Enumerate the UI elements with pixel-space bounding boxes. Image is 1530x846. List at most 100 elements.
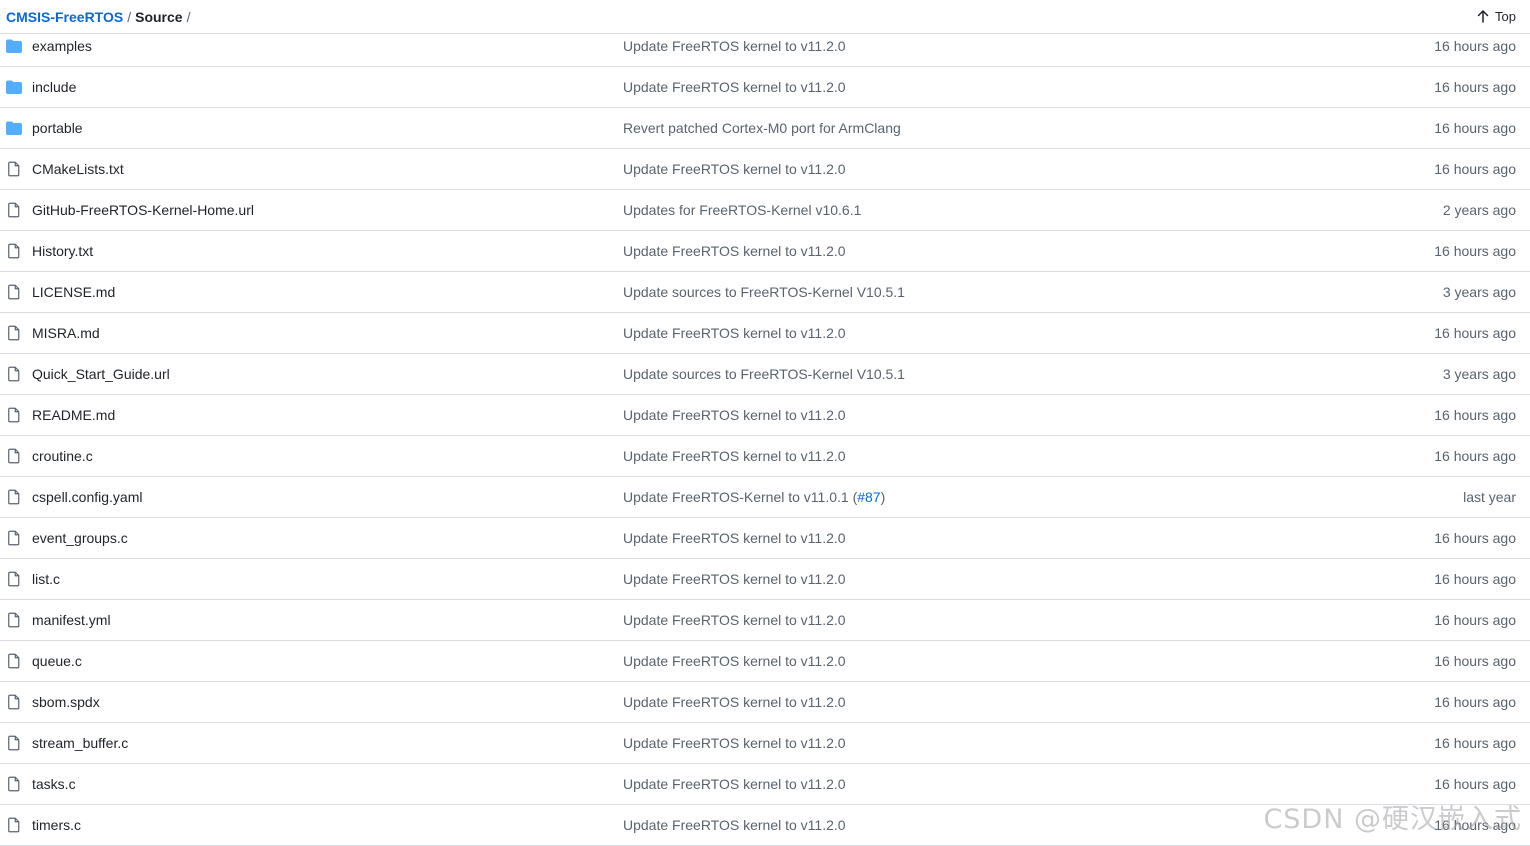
- breadcrumb-current-folder: Source: [135, 8, 183, 25]
- file-row[interactable]: event_groups.c Update FreeRTOS kernel to …: [0, 518, 1530, 559]
- file-name-link[interactable]: CMakeLists.txt: [32, 161, 124, 177]
- commit-message-text: Update FreeRTOS kernel to v11.2.0: [623, 694, 846, 710]
- file-row[interactable]: list.c Update FreeRTOS kernel to v11.2.0 1…: [0, 559, 1530, 600]
- commit-message-link[interactable]: Update FreeRTOS kernel to v11.2.0: [623, 448, 846, 464]
- file-row[interactable]: Quick_Start_Guide.url Update sources to F…: [0, 354, 1530, 395]
- commit-message-link[interactable]: Update FreeRTOS kernel to v11.2.0: [623, 571, 846, 587]
- commit-message-link[interactable]: Update FreeRTOS-Kernel to v11.0.1 (#87): [623, 489, 885, 505]
- folder-name-link[interactable]: include: [32, 79, 76, 95]
- commit-message-text: Update FreeRTOS kernel to v11.2.0: [623, 161, 846, 177]
- file-row[interactable]: GitHub-FreeRTOS-Kernel-Home.url Updates f…: [0, 190, 1530, 231]
- file-name-link[interactable]: cspell.config.yaml: [32, 489, 143, 505]
- file-icon: [8, 284, 20, 300]
- file-name-link[interactable]: list.c: [32, 571, 60, 587]
- commit-message-link[interactable]: Update FreeRTOS kernel to v11.2.0: [623, 243, 846, 259]
- commit-age: 16 hours ago: [1434, 612, 1516, 628]
- commit-age: 16 hours ago: [1434, 530, 1516, 546]
- commit-age: 16 hours ago: [1434, 161, 1516, 177]
- file-name-link[interactable]: LICENSE.md: [32, 284, 115, 300]
- file-name-link[interactable]: timers.c: [32, 817, 81, 833]
- breadcrumb-repo-link[interactable]: CMSIS-FreeRTOS: [6, 9, 123, 25]
- file-name-link[interactable]: stream_buffer.c: [32, 735, 128, 751]
- file-row[interactable]: LICENSE.md Update sources to FreeRTOS-Ker…: [0, 272, 1530, 313]
- commit-message-link[interactable]: Update FreeRTOS kernel to v11.2.0: [623, 776, 846, 792]
- folder-icon: [6, 39, 22, 53]
- file-icon: [8, 653, 20, 669]
- file-row[interactable]: CMakeLists.txt Update FreeRTOS kernel to …: [0, 149, 1530, 190]
- file-icon: [8, 161, 20, 177]
- file-icon: [8, 448, 20, 464]
- file-name-link[interactable]: sbom.spdx: [32, 694, 100, 710]
- commit-message-link[interactable]: Update FreeRTOS kernel to v11.2.0: [623, 530, 846, 546]
- arrow-up-icon: [1477, 10, 1489, 23]
- commit-message-text: Update FreeRTOS kernel to v11.2.0: [623, 325, 846, 341]
- file-row[interactable]: portable Revert patched Cortex-M0 port fo…: [0, 108, 1530, 149]
- commit-age: 16 hours ago: [1434, 38, 1516, 54]
- file-row[interactable]: examples Update FreeRTOS kernel to v11.2.…: [0, 26, 1530, 67]
- pull-request-link[interactable]: #87: [857, 489, 880, 505]
- file-row[interactable]: manifest.yml Update FreeRTOS kernel to v1…: [0, 600, 1530, 641]
- commit-message-link[interactable]: Update FreeRTOS kernel to v11.2.0: [623, 38, 846, 54]
- commit-message-link[interactable]: Update sources to FreeRTOS-Kernel V10.5.…: [623, 284, 905, 300]
- file-row[interactable]: include Update FreeRTOS kernel to v11.2.0…: [0, 67, 1530, 108]
- file-row[interactable]: queue.c Update FreeRTOS kernel to v11.2.0…: [0, 641, 1530, 682]
- file-name-link[interactable]: tasks.c: [32, 776, 76, 792]
- file-row[interactable]: timers.c Update FreeRTOS kernel to v11.2.…: [0, 805, 1530, 846]
- commit-message-text: Update FreeRTOS-Kernel to v11.0.1 (: [623, 489, 858, 505]
- file-name-link[interactable]: Quick_Start_Guide.url: [32, 366, 170, 382]
- commit-age: 16 hours ago: [1434, 694, 1516, 710]
- file-name-link[interactable]: MISRA.md: [32, 325, 100, 341]
- commit-message-text: Update FreeRTOS kernel to v11.2.0: [623, 38, 846, 54]
- commit-message-link[interactable]: Update FreeRTOS kernel to v11.2.0: [623, 79, 846, 95]
- folder-name-link[interactable]: examples: [32, 38, 92, 54]
- commit-age: 16 hours ago: [1434, 79, 1516, 95]
- commit-message-suffix: ): [880, 489, 886, 505]
- commit-message-link[interactable]: Update FreeRTOS kernel to v11.2.0: [623, 735, 846, 751]
- commit-message-link[interactable]: Update FreeRTOS kernel to v11.2.0: [623, 612, 846, 628]
- file-row[interactable]: sbom.spdx Update FreeRTOS kernel to v11.2…: [0, 682, 1530, 723]
- file-row[interactable]: tasks.c Update FreeRTOS kernel to v11.2.0…: [0, 764, 1530, 805]
- commit-message-link[interactable]: Update FreeRTOS kernel to v11.2.0: [623, 817, 846, 833]
- commit-message-link[interactable]: Update FreeRTOS kernel to v11.2.0: [623, 161, 846, 177]
- file-icon: [8, 776, 20, 792]
- commit-message-text: Update FreeRTOS kernel to v11.2.0: [623, 653, 846, 669]
- commit-message-link[interactable]: Update FreeRTOS kernel to v11.2.0: [623, 653, 846, 669]
- file-list: examples Update FreeRTOS kernel to v11.2.…: [0, 26, 1530, 846]
- file-icon: [8, 489, 20, 505]
- file-name-link[interactable]: event_groups.c: [32, 530, 128, 546]
- file-icon: [8, 325, 20, 341]
- file-row[interactable]: cspell.config.yaml Update FreeRTOS-Kernel…: [0, 477, 1530, 518]
- file-name-link[interactable]: README.md: [32, 407, 115, 423]
- file-name-link[interactable]: croutine.c: [32, 448, 93, 464]
- file-name-link[interactable]: History.txt: [32, 243, 93, 259]
- commit-age: 2 years ago: [1442, 202, 1516, 218]
- commit-message-link[interactable]: Update FreeRTOS kernel to v11.2.0: [623, 407, 846, 423]
- file-name-link[interactable]: manifest.yml: [32, 612, 111, 628]
- commit-age: 16 hours ago: [1434, 448, 1516, 464]
- commit-message-link[interactable]: Revert patched Cortex-M0 port for ArmCla…: [623, 120, 901, 136]
- file-name-link[interactable]: queue.c: [32, 653, 82, 669]
- commit-message-link[interactable]: Update sources to FreeRTOS-Kernel V10.5.…: [623, 366, 905, 382]
- commit-message-link[interactable]: Update FreeRTOS kernel to v11.2.0: [623, 694, 846, 710]
- breadcrumb: CMSIS-FreeRTOS / Source /: [6, 9, 190, 25]
- back-to-top-label: Top: [1495, 9, 1516, 24]
- commit-age: 3 years ago: [1442, 284, 1516, 300]
- commit-message-link[interactable]: Update FreeRTOS kernel to v11.2.0: [623, 325, 846, 341]
- file-row[interactable]: MISRA.md Update FreeRTOS kernel to v11.2.…: [0, 313, 1530, 354]
- folder-name-link[interactable]: portable: [32, 120, 83, 136]
- file-row[interactable]: README.md Update FreeRTOS kernel to v11.2…: [0, 395, 1530, 436]
- commit-message-link[interactable]: Updates for FreeRTOS-Kernel v10.6.1: [623, 202, 861, 218]
- file-icon: [8, 817, 20, 833]
- breadcrumb-separator: /: [127, 8, 132, 25]
- file-name-link[interactable]: GitHub-FreeRTOS-Kernel-Home.url: [32, 202, 254, 218]
- file-icon: [8, 243, 20, 259]
- file-row[interactable]: History.txt Update FreeRTOS kernel to v11…: [0, 231, 1530, 272]
- file-icon: [8, 735, 20, 751]
- commit-message-text: Update sources to FreeRTOS-Kernel V10.5.…: [623, 284, 905, 300]
- file-row[interactable]: croutine.c Update FreeRTOS kernel to v11.…: [0, 436, 1530, 477]
- folder-icon: [6, 121, 22, 135]
- file-icon: [8, 407, 20, 423]
- file-row[interactable]: stream_buffer.c Update FreeRTOS kernel to…: [0, 723, 1530, 764]
- back-to-top-button[interactable]: Top: [1477, 9, 1516, 24]
- file-icon: [8, 612, 20, 628]
